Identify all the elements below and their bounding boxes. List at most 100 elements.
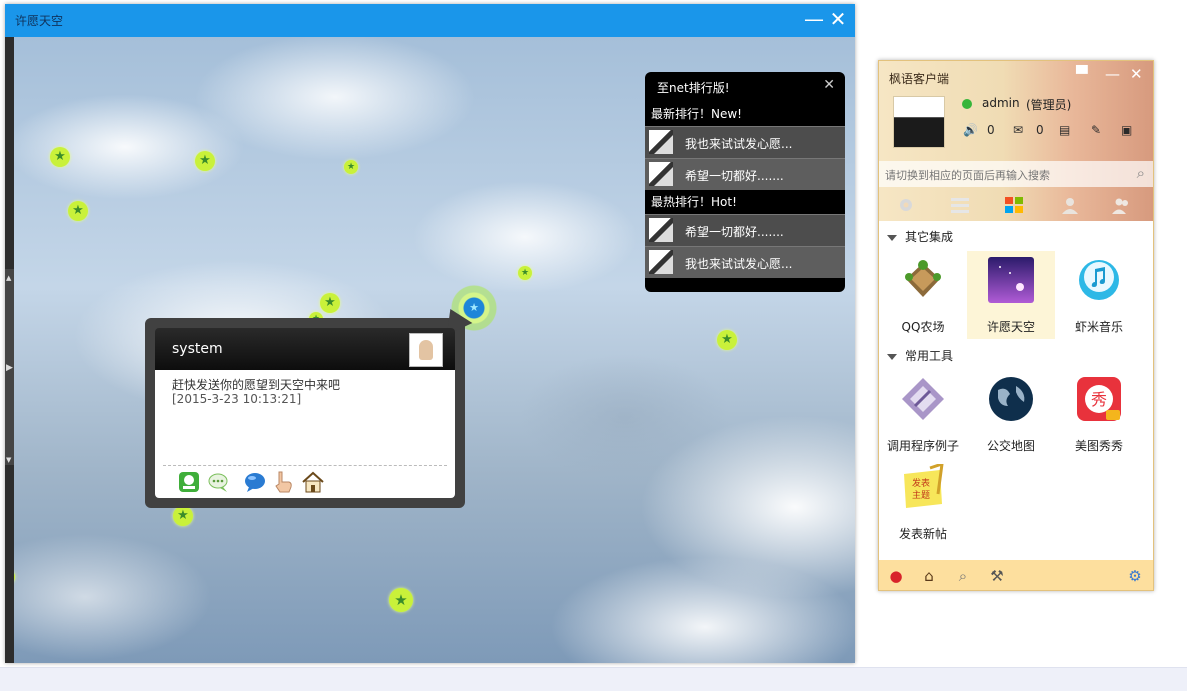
new-post-note-icon: 发表主题 [904,464,944,508]
mail-count: 0 [1036,123,1044,137]
svg-text:主题: 主题 [912,489,930,501]
app-xiami-music[interactable]: 虾米音乐 [1055,251,1143,339]
tools-icon[interactable]: ⚒ [987,566,1007,586]
app-label: 公交地图 [986,439,1035,453]
scroll-up-icon[interactable]: ▲ [6,275,11,282]
ranking-close-button[interactable]: ✕ [823,77,835,93]
note-icon[interactable]: ▤ [1059,123,1070,137]
bubble-header: system [155,328,455,370]
svg-text:秀: 秀 [1091,390,1107,409]
app-label: 美图秀秀 [1074,439,1123,453]
app-label: 虾米音乐 [1074,320,1123,334]
program-example-icon [902,378,944,420]
close-button[interactable]: ✕ [827,8,849,30]
window-title: 许愿天空 [15,14,64,28]
music-note-icon [1079,260,1119,300]
app-program-example[interactable]: 调用程序例子 [879,370,967,458]
group-label: 常用工具 [905,349,954,363]
chat-bubble-icon[interactable] [207,470,231,494]
search-icon[interactable]: ⌕ [953,566,973,586]
gear-tab-icon[interactable] [895,195,917,215]
group-other[interactable]: 其它集成 [887,228,953,245]
client-panel: 枫语客户端 ▀ — ✕ admin (管理员) 🔊 0 ✉ 0 ▤ ✎ ▣ ⌕ … [878,60,1154,591]
wish-star[interactable]: ★ [518,266,532,280]
newest-section-label: 最新排行！New! [645,102,845,126]
speaker-icon[interactable]: 🔊 [963,123,978,137]
wish-star[interactable]: ★ [173,506,193,526]
minimize-button[interactable]: — [1105,65,1120,83]
ranking-row[interactable]: 我也来试试发心愿... [645,246,845,278]
wish-star[interactable]: ★ [320,293,340,313]
client-tabs [879,189,1153,221]
client-header: 枫语客户端 ▀ — ✕ admin (管理员) 🔊 0 ✉ 0 ▤ ✎ ▣ ⌕ [879,61,1153,221]
qq-farm-icon [905,260,941,297]
hand-pointer-icon[interactable] [271,470,295,494]
ranking-row-text: 我也来试试发心愿... [685,137,793,151]
meitu-icon: 秀 [1077,377,1121,421]
app-label: 调用程序例子 [886,439,959,453]
image-icon[interactable]: ▣ [1121,123,1132,137]
hottest-section-label: 最热排行！Hot! [645,190,845,214]
wish-star[interactable]: ★ [195,151,215,171]
green-reply-icon[interactable] [177,470,201,494]
expand-arrow-icon[interactable]: ▶ [6,364,13,373]
taskbar [0,667,1187,691]
home-icon[interactable]: ⌂ [919,566,939,586]
apps-tab-icon[interactable] [1003,195,1025,215]
search-input[interactable] [883,164,1127,186]
home-icon[interactable] [301,470,325,494]
bubble-body: 赶快发送你的愿望到天空中来吧 [2015-3-23 10:13:21] [155,370,455,498]
app-label: QQ农场 [901,320,945,334]
edit-icon[interactable]: ✎ [1091,123,1101,137]
mascot-icon[interactable]: ● [886,566,906,586]
ranking-row[interactable]: 希望一切都好....... [645,158,845,190]
settings-gear-icon[interactable]: ⚙ [1125,566,1145,586]
search-icon[interactable]: ⌕ [1137,164,1145,182]
username: admin [982,96,1020,110]
wish-star[interactable]: ★ [344,160,358,174]
app-label: 许愿天空 [986,320,1035,334]
online-status-icon [962,99,972,109]
client-title: 枫语客户端 [889,72,950,86]
blue-bubble-icon[interactable] [243,470,267,494]
mail-icon[interactable]: ✉ [1013,123,1023,137]
svg-text:发表: 发表 [912,477,930,489]
app-wish-sky[interactable]: 许愿天空 [967,251,1055,339]
app-label: 发表新帖 [898,527,947,541]
ranking-row[interactable]: 希望一切都好....... [645,214,845,246]
left-scroll-strip[interactable]: ▲ ▶ ▼ [5,37,14,663]
group-tools[interactable]: 常用工具 [887,347,953,364]
avatar [649,130,673,154]
client-bottom-bar: ● ⌂ ⌕ ⚒ ⚙ [879,560,1153,590]
wish-time: [2015-3-23 10:13:21] [172,392,302,406]
avatar [649,162,673,186]
close-button[interactable]: ✕ [1130,65,1143,83]
speaker-count: 0 [987,123,995,137]
ranking-row[interactable]: 我也来试试发心愿... [645,126,845,158]
avatar [649,218,673,242]
user-photo[interactable] [893,96,945,148]
wish-star[interactable]: ★ [717,330,737,350]
scroll-down-icon[interactable]: ▼ [6,457,11,464]
collapse-triangle-icon [887,234,897,241]
wish-star[interactable]: ★ [50,147,70,167]
user-tab-icon[interactable] [1059,195,1081,215]
skin-shirt-icon[interactable]: ▀ [1076,65,1088,83]
list-tab-icon[interactable] [949,195,971,215]
ranking-header: 至net排行版! ✕ [645,72,845,102]
ranking-title: 至net排行版! [657,81,730,95]
collapse-triangle-icon [887,353,897,360]
group-tab-icon[interactable] [1111,195,1133,215]
search-bar: ⌕ [879,161,1153,187]
wish-star[interactable]: ★ [68,201,88,221]
app-bus-map[interactable]: 公交地图 [967,370,1055,458]
app-meitu[interactable]: 秀 美图秀秀 [1055,370,1143,458]
wish-message: 赶快发送你的愿望到天空中来吧 [172,378,341,392]
app-new-post[interactable]: 发表 主题 发表新帖 [879,458,967,546]
ranking-row-text: 希望一切都好....... [685,169,784,183]
avatar [649,250,673,274]
wish-star[interactable]: ★ [389,588,413,612]
app-qq-farm[interactable]: QQ农场 [879,251,967,339]
minimize-button[interactable]: — [803,8,825,30]
wish-bubble: system 赶快发送你的愿望到天空中来吧 [2015-3-23 10:13:2… [145,303,473,508]
